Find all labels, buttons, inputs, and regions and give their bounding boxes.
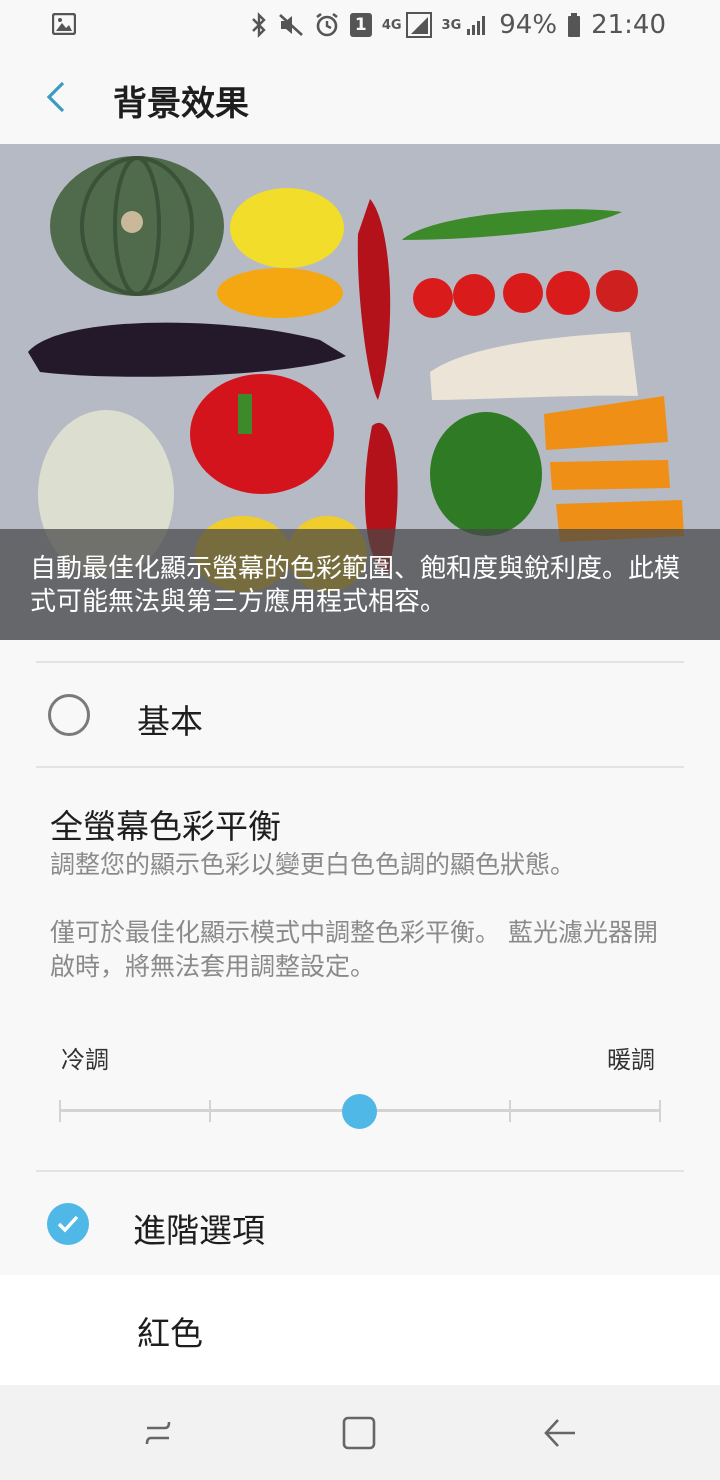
back-nav-icon [544, 1419, 575, 1447]
navigation-bar [0, 1385, 720, 1480]
divider [36, 1170, 684, 1172]
color-balance-slider-thumb[interactable] [342, 1094, 377, 1129]
preview-image: 自動最佳化顯示螢幕的色彩範圍、飽和度與銳利度。此模式可能無法與第三方應用程式相容… [0, 144, 720, 640]
home-button[interactable] [339, 1413, 379, 1453]
slider-max-label: 暖調 [607, 1046, 655, 1074]
mute-icon [278, 12, 304, 38]
network-3g-label: 3G [441, 17, 462, 33]
battery-icon [567, 12, 581, 38]
check-icon [57, 1215, 79, 1233]
back-nav-button[interactable] [540, 1413, 580, 1453]
advanced-option-red-label: 紅色 [137, 1314, 203, 1353]
alarm-icon [314, 12, 340, 38]
advanced-options-checkbox[interactable] [47, 1203, 89, 1245]
app-bar: 背景效果 [0, 50, 720, 144]
signal-strength-2-icon [465, 13, 489, 37]
gallery-notification-icon [51, 12, 77, 39]
status-bar: 1 4G 3G 94% 21:40 [0, 0, 720, 50]
advanced-option-red[interactable]: 紅色 [0, 1275, 720, 1385]
clock: 21:40 [591, 10, 666, 40]
home-icon [342, 1416, 376, 1450]
back-button[interactable] [34, 72, 78, 122]
slider-tick [509, 1100, 511, 1122]
radio-button-basic[interactable] [48, 694, 90, 736]
back-arrow-icon [46, 81, 65, 113]
advanced-options-label: 進階選項 [133, 1211, 265, 1250]
color-balance-description: 調整您的顯示色彩以變更白色色調的顯色狀態。 [50, 850, 576, 879]
recent-apps-button[interactable] [138, 1413, 178, 1453]
color-balance-note: 僅可於最佳化顯示模式中調整色彩平衡。 藍光濾光器開啟時，將無法套用調整設定。 [50, 918, 658, 981]
signal-strength-icon [405, 12, 432, 38]
divider [36, 766, 684, 768]
option-basic[interactable]: 基本 [0, 662, 720, 766]
slider-min-label: 冷調 [61, 1046, 109, 1074]
option-basic-label: 基本 [137, 702, 203, 741]
network-4g-label: 4G [381, 17, 402, 33]
slider-tick [209, 1100, 211, 1122]
sim-icon: 1 [349, 13, 372, 37]
page-title: 背景效果 [113, 84, 249, 124]
preview-caption: 自動最佳化顯示螢幕的色彩範圍、飽和度與銳利度。此模式可能無法與第三方應用程式相容… [0, 529, 720, 640]
battery-percentage: 94% [499, 10, 558, 40]
recent-apps-icon [145, 1421, 171, 1445]
slider-tick [659, 1100, 661, 1122]
color-balance-title: 全螢幕色彩平衡 [50, 807, 281, 846]
slider-tick [59, 1100, 61, 1122]
bluetooth-icon [250, 12, 268, 38]
